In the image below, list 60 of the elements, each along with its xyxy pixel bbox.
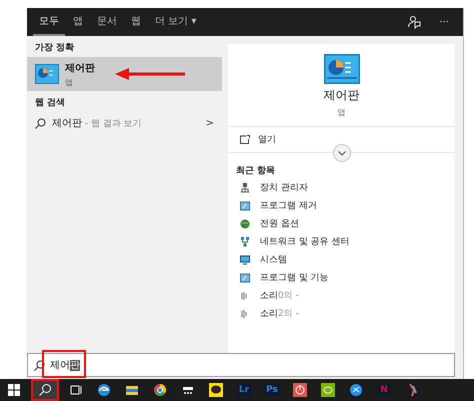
- recent-item[interactable]: 소리2의 -: [228, 305, 455, 323]
- web-search-item[interactable]: 제어판 - 웹 결과 보기 >: [27, 112, 222, 134]
- section-heading: 웹 검색: [34, 97, 66, 110]
- recent-label: 프로그램 제거: [260, 200, 317, 213]
- recent-label: 네트워크 및 공유 센터: [260, 236, 350, 249]
- expand-button[interactable]: [332, 144, 350, 162]
- filter-tab[interactable]: 앱: [67, 8, 89, 36]
- recent-label: 소리2의 -: [260, 308, 299, 321]
- filter-tab[interactable]: 문서: [91, 8, 123, 36]
- recent-item[interactable]: 전원 옵션: [228, 215, 455, 233]
- app-icon[interactable]: [349, 383, 363, 397]
- control-panel-icon: [324, 54, 360, 84]
- app-icon[interactable]: [153, 383, 167, 397]
- app-icon: [240, 273, 250, 283]
- windows-icon[interactable]: [7, 383, 21, 397]
- app-icon: [240, 201, 250, 211]
- search-icon: [34, 360, 45, 370]
- arrow-icon: [115, 68, 185, 80]
- result-type: 앱: [65, 76, 74, 88]
- search-icon: [38, 383, 52, 397]
- app-icon[interactable]: [125, 383, 139, 397]
- recent-item[interactable]: 장치 관리자: [228, 179, 455, 197]
- recent-label: 프로그램 및 기능: [260, 272, 329, 285]
- app-icon: [240, 219, 250, 229]
- recent-item[interactable]: 소리0의 -: [228, 287, 455, 305]
- web-query: 제어판 - 웹 결과 보기: [52, 117, 143, 130]
- recent-label: 전원 옵션: [260, 218, 299, 231]
- field-value: 제어판: [50, 359, 80, 372]
- recent-item[interactable]: 네트워크 및 공유 센터: [228, 233, 455, 251]
- section-heading: 최근 항목: [235, 165, 276, 178]
- app-icon[interactable]: [69, 383, 83, 397]
- recent-label: 소리0의 -: [260, 290, 299, 303]
- app-icon: [240, 183, 250, 193]
- app-type: 앱: [338, 107, 346, 118]
- filter-tab[interactable]: 더 보기 ▾: [149, 8, 202, 36]
- recent-item[interactable]: 프로그램 제거: [228, 197, 455, 215]
- recent-label: 장치 관리자: [260, 182, 308, 195]
- control-panel-icon: [35, 64, 59, 84]
- chevron-icon: >: [206, 118, 214, 128]
- search-button[interactable]: [31, 379, 59, 401]
- search-field[interactable]: 제어판: [27, 353, 455, 377]
- app-icon[interactable]: [209, 383, 223, 397]
- open-action[interactable]: 열기: [240, 133, 443, 146]
- open-icon: [240, 135, 250, 144]
- recent-item[interactable]: 시스템: [228, 251, 455, 269]
- filter-tab[interactable]: 웹: [125, 8, 147, 36]
- app-icon: [240, 237, 250, 247]
- highlight-frame: [42, 350, 86, 378]
- app-icon[interactable]: [97, 383, 111, 397]
- recent-label: 시스템: [260, 254, 287, 267]
- result-item[interactable]: 제어판 앱: [27, 57, 222, 91]
- feedback-icon[interactable]: [407, 15, 422, 29]
- result-name: 제어판: [65, 62, 95, 74]
- section-heading: 가장 정확: [34, 42, 76, 55]
- filter-tab[interactable]: 모두: [33, 8, 65, 36]
- app-icon: [240, 255, 250, 265]
- more-button[interactable]: ···: [433, 16, 455, 28]
- app-name: 제어판: [324, 87, 360, 104]
- search-icon: [35, 118, 46, 128]
- recent-item[interactable]: 프로그램 및 기능: [228, 269, 455, 287]
